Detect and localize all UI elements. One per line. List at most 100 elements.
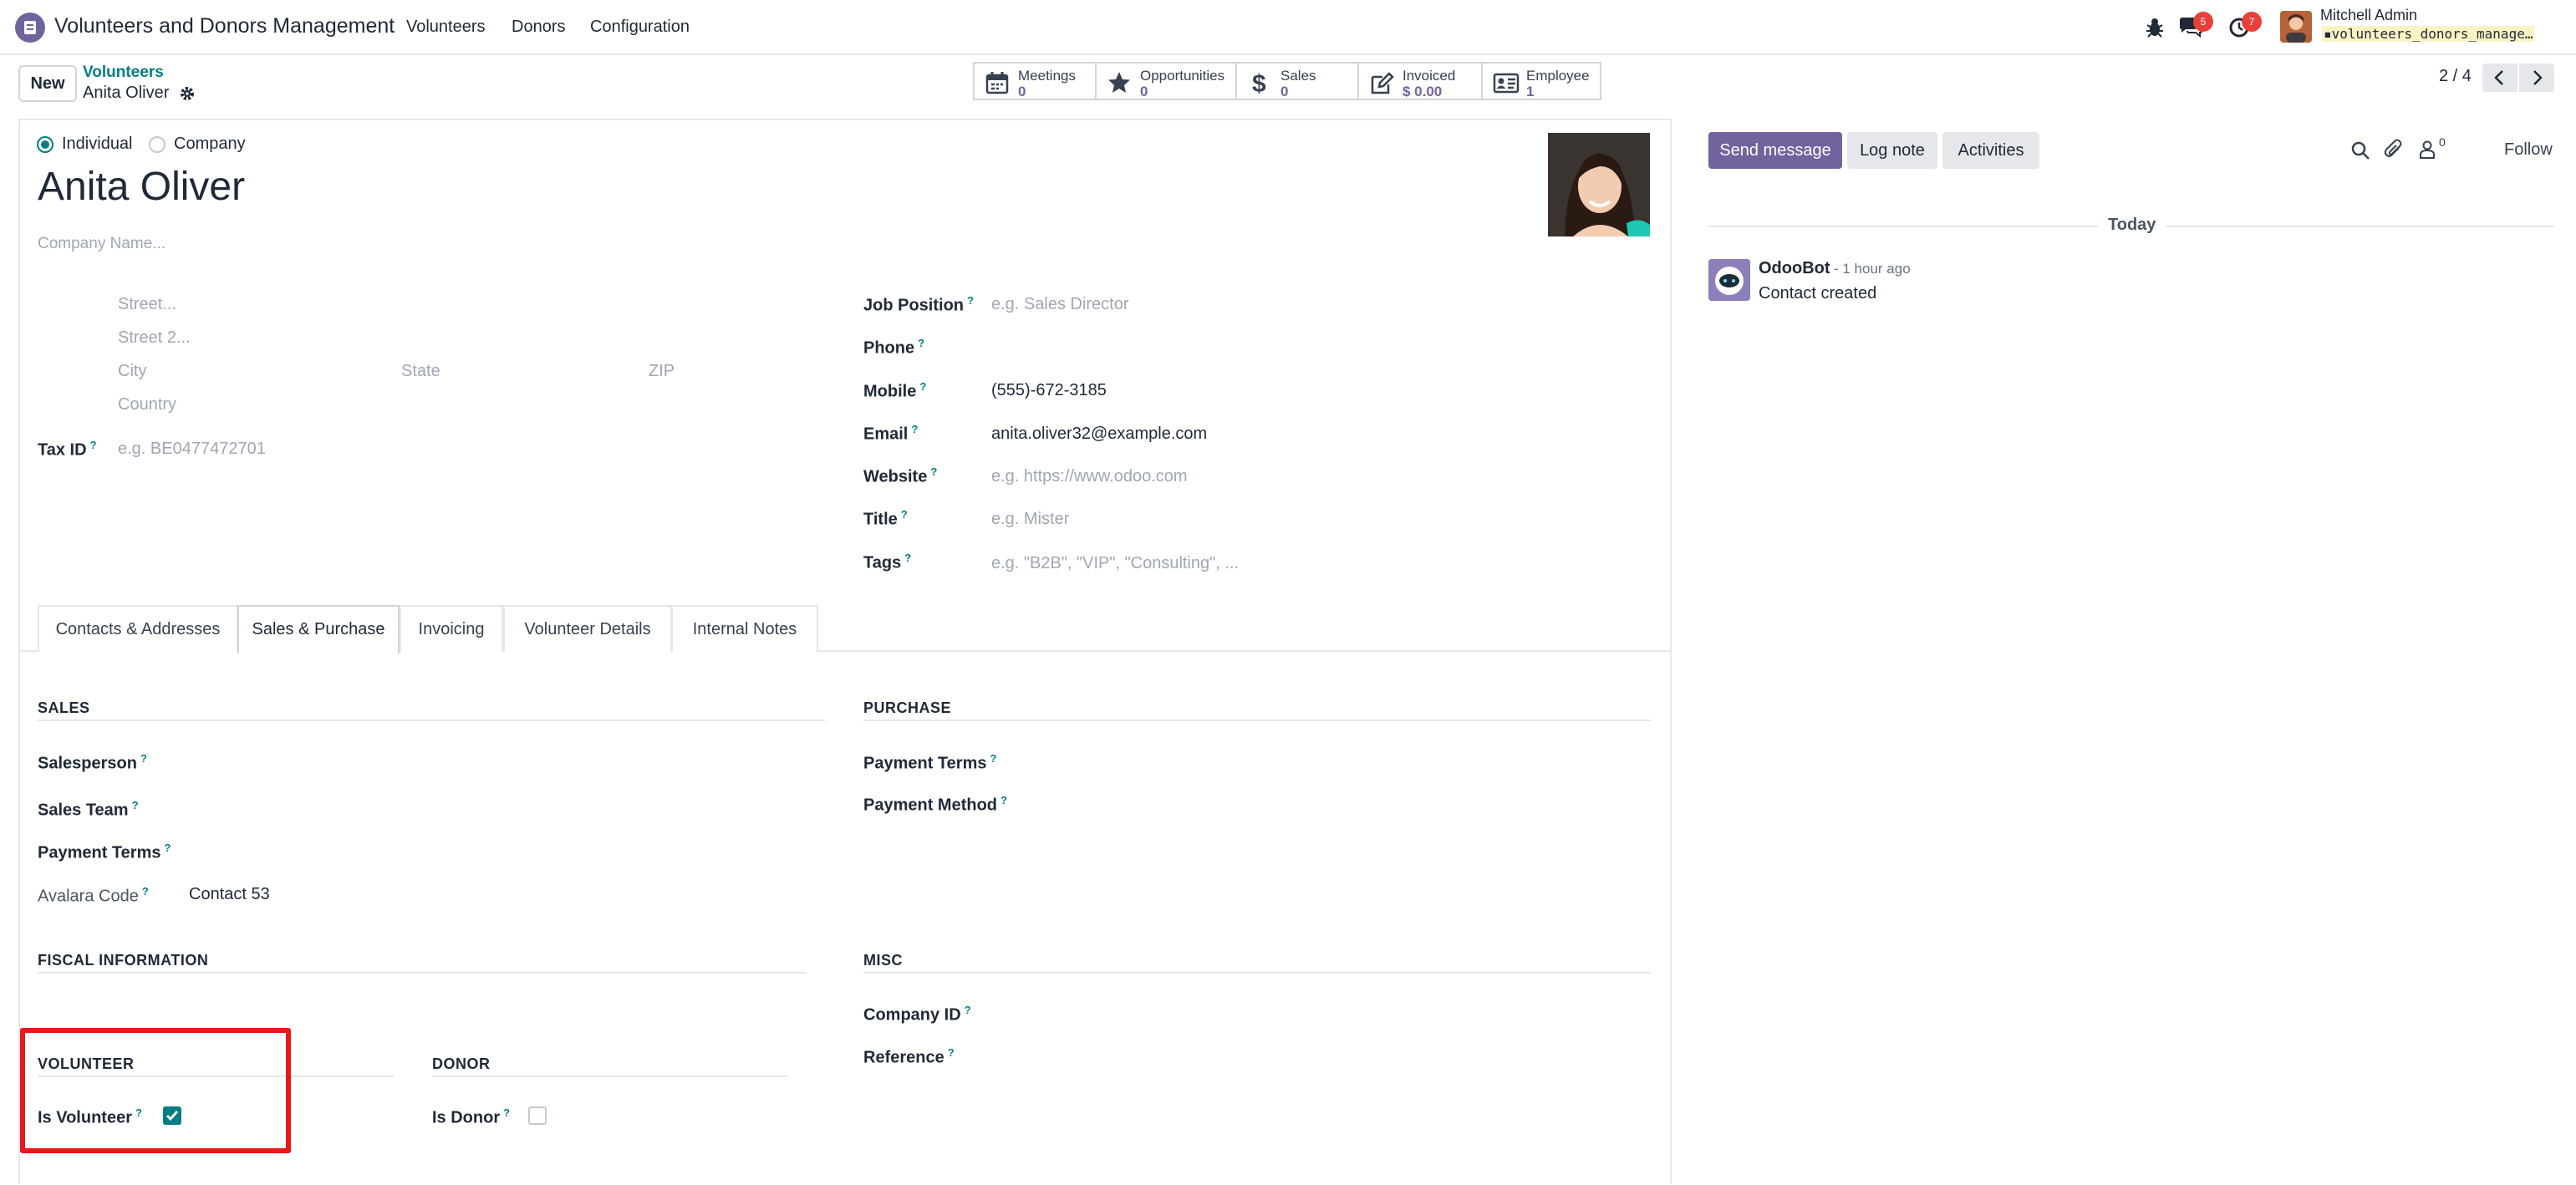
database-name: ▪volunteers_donors_manage… [2322,26,2535,42]
help-icon[interactable]: ? [132,799,139,811]
street2-input[interactable]: Street 2... [118,328,191,348]
database-label: volunteers_donors_manage… [2331,26,2533,42]
menu-configuration[interactable]: Configuration [590,18,690,37]
tax-id-input[interactable]: e.g. BE0477472701 [118,440,266,459]
title-select[interactable]: e.g. Mister [991,510,1069,529]
help-icon[interactable]: ? [918,337,924,349]
employee-value: 1 [1526,84,1535,99]
help-icon[interactable]: ? [164,842,171,854]
tab-invoicing[interactable]: Invoicing [400,605,503,652]
partner-name[interactable]: Anita Oliver [38,164,245,210]
log-note-button[interactable]: Log note [1847,132,1937,169]
payment-terms-label: Payment Terms? [38,842,171,862]
highlight-box [20,1028,291,1153]
user-name[interactable]: Mitchell Admin [2320,7,2417,24]
help-icon[interactable]: ? [965,1004,971,1016]
smart-button-sales[interactable]: $ Sales 0 [1235,62,1359,100]
paperclip-icon[interactable] [2384,139,2404,160]
gear-icon[interactable] [179,85,196,102]
help-icon[interactable]: ? [967,294,974,307]
purchase-section-line [863,720,1651,721]
tab-volunteer-details[interactable]: Volunteer Details [503,605,672,652]
is-donor-checkbox[interactable] [528,1106,547,1125]
sales-section-title: SALES [38,699,90,716]
help-icon[interactable]: ? [901,508,908,521]
email-input[interactable]: anita.oliver32@example.com [991,425,1207,444]
help-icon[interactable]: ? [911,423,918,435]
city-input[interactable]: City [118,362,146,381]
smart-button-opportunities[interactable]: Opportunities 0 [1095,62,1237,100]
phone-label: Phone? [863,337,925,358]
search-icon[interactable] [2350,140,2370,160]
help-icon[interactable]: ? [904,552,911,564]
tab-contacts-addresses[interactable]: Contacts & Addresses [38,605,238,652]
pager-value[interactable]: 2 / 4 [2439,67,2472,86]
smart-button-invoiced[interactable]: Invoiced $ 0.00 [1357,62,1483,100]
misc-section-line [863,972,1651,974]
street-input[interactable]: Street... [118,295,176,314]
app-icon[interactable] [15,13,45,43]
svg-text:$: $ [1252,70,1266,95]
phone-input[interactable] [991,334,1643,358]
database-icon: ▪ [2324,26,2332,42]
help-icon[interactable]: ? [990,752,996,765]
follow-button[interactable]: Follow [2504,140,2553,160]
help-icon[interactable]: ? [948,1046,955,1059]
menu-volunteers[interactable]: Volunteers [406,18,486,37]
avatar[interactable] [2280,11,2312,43]
avalara-code-label: Avalara Code? [38,885,149,906]
activities-button[interactable]: Activities [1942,132,2039,169]
state-select[interactable]: State [401,362,440,381]
pager-next-button[interactable] [2519,64,2554,92]
sales-section-line [38,720,825,721]
id-card-icon [1493,70,1520,95]
opportunities-label: Opportunities [1140,68,1225,84]
smart-button-employee[interactable]: Employee 1 [1481,62,1601,100]
tab-sales-purchase[interactable]: Sales & Purchase [237,605,400,654]
help-icon[interactable]: ? [919,380,926,393]
breadcrumb-volunteers[interactable]: Volunteers [83,64,164,82]
mobile-input[interactable]: (555)-672-3185 [991,381,1107,400]
reference-label: Reference? [863,1046,955,1067]
donor-section-title: DONOR [432,1055,491,1072]
job-position-input[interactable]: e.g. Sales Director [991,295,1129,314]
app-title[interactable]: Volunteers and Donors Management [54,14,395,38]
purchase-payment-terms-label: Payment Terms? [863,752,997,773]
tab-internal-notes[interactable]: Internal Notes [671,605,818,652]
mobile-label: Mobile? [863,380,927,401]
new-button[interactable]: New [18,65,77,102]
company-name-input[interactable]: Company Name... [38,235,165,253]
followers-icon[interactable] [2419,140,2436,159]
message-author[interactable]: OdooBot [1759,259,1830,278]
help-icon[interactable]: ? [1000,794,1007,806]
partner-photo[interactable] [1548,133,1650,236]
menu-donors[interactable]: Donors [512,18,565,37]
help-icon[interactable]: ? [503,1106,510,1119]
bug-icon[interactable] [2145,17,2165,38]
messages-badge: 5 [2193,12,2213,32]
pager-previous-button[interactable] [2482,64,2517,92]
smart-button-meetings[interactable]: Meetings 0 [973,62,1097,100]
fiscal-section-line [38,972,807,974]
odoobot-avatar[interactable] [1708,259,1750,301]
avalara-code-value[interactable]: Contact 53 [189,885,270,904]
country-select[interactable]: Country [118,395,176,414]
help-icon[interactable]: ? [90,439,97,451]
help-icon[interactable]: ? [140,752,147,765]
sheet-top-border [18,119,1672,120]
radio-company[interactable] [149,136,165,153]
help-icon[interactable]: ? [930,465,937,478]
tags-label: Tags? [863,552,912,572]
help-icon[interactable]: ? [142,885,149,898]
invoiced-label: Invoiced [1403,68,1456,84]
radio-company-label[interactable]: Company [174,135,246,154]
radio-individual[interactable] [37,136,53,153]
website-input[interactable]: e.g. https://www.odoo.com [991,467,1188,486]
tags-input[interactable]: e.g. "B2B", "VIP", "Consulting", ... [991,554,1239,573]
sales-value: 0 [1280,84,1289,99]
website-label: Website? [863,465,938,486]
send-message-button[interactable]: Send message [1708,132,1842,169]
radio-individual-label[interactable]: Individual [62,135,133,154]
zip-input[interactable]: ZIP [649,362,675,381]
chatter-panel [1673,120,2576,1185]
